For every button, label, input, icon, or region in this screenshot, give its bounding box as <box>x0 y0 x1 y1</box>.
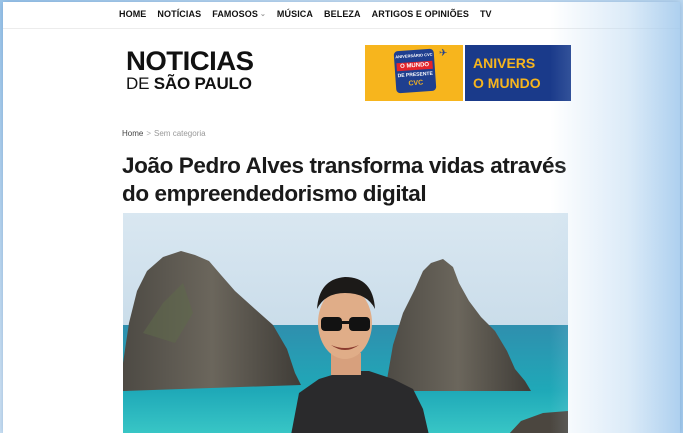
logo-title: NOTICIAS <box>126 46 254 76</box>
nav-menu: HOME NOTÍCIAS FAMOSOS ⌄ MÚSICA BELEZA ART… <box>119 9 503 19</box>
airplane-icon: ✈ <box>439 48 448 59</box>
nav-item-label: HOME <box>119 9 147 19</box>
badge-mid-text: O MUNDO <box>396 60 433 72</box>
sunglasses-right-lens <box>349 317 370 331</box>
nav-item-famosos[interactable]: FAMOSOS ⌄ <box>212 9 266 19</box>
nav-item-artigos[interactable]: ARTIGOS E OPINIÕES <box>372 9 469 19</box>
nav-item-musica[interactable]: MÚSICA <box>277 9 313 19</box>
nav-item-noticias[interactable]: NOTÍCIAS <box>157 9 201 19</box>
top-navigation: HOME NOTÍCIAS FAMOSOS ⌄ MÚSICA BELEZA ART… <box>3 2 680 29</box>
badge-brand-text: CVC <box>408 79 424 88</box>
nav-item-label: MÚSICA <box>276 9 314 19</box>
breadcrumb-home-link[interactable]: Home <box>122 129 143 138</box>
breadcrumb-separator: > <box>146 129 152 138</box>
article-title: João Pedro Alves transforma vidas atravé… <box>122 153 567 206</box>
nav-item-home[interactable]: HOME <box>119 9 146 19</box>
photo-illustration <box>123 213 568 433</box>
article-featured-image <box>123 213 568 433</box>
nav-item-beleza[interactable]: BELEZA <box>324 9 361 19</box>
nav-item-label: FAMOSOS <box>212 9 258 19</box>
nav-item-label: NOTÍCIAS <box>157 9 202 19</box>
banner-headline-2: O MUNDO <box>473 75 541 91</box>
breadcrumb: Home > Sem categoria <box>122 129 206 138</box>
browser-viewport: HOME NOTÍCIAS FAMOSOS ⌄ MÚSICA BELEZA ART… <box>3 2 680 433</box>
breadcrumb-current[interactable]: Sem categoria <box>154 129 206 138</box>
sunglasses-left-lens <box>321 317 342 331</box>
advertisement-banner[interactable]: ✈ ANIVERSÁRIO CVC O MUNDO DE PRESENTE CV… <box>365 45 571 101</box>
nav-item-label: BELEZA <box>324 9 361 19</box>
badge-top-text: ANIVERSÁRIO CVC <box>395 51 433 60</box>
site-logo[interactable]: NOTICIAS DE SÃO PAULO <box>126 46 254 93</box>
sunglasses-bridge <box>341 321 350 324</box>
banner-headline-1: ANIVERS <box>473 55 536 71</box>
logo-subtitle-prefix: DE <box>126 74 150 93</box>
nav-item-label: ARTIGOS E OPINIÕES <box>371 9 469 19</box>
logo-subtitle: DE SÃO PAULO <box>126 75 252 92</box>
banner-right-panel: ANIVERS O MUNDO <box>465 45 571 101</box>
banner-left-panel: ✈ ANIVERSÁRIO CVC O MUNDO DE PRESENTE CV… <box>365 45 463 101</box>
banner-badge: ANIVERSÁRIO CVC O MUNDO DE PRESENTE CVC <box>393 48 437 94</box>
logo-subtitle-bold: SÃO PAULO <box>153 74 252 93</box>
chevron-down-icon: ⌄ <box>259 11 266 18</box>
nav-item-label: TV <box>479 9 492 19</box>
nav-item-tv[interactable]: TV <box>480 9 492 19</box>
